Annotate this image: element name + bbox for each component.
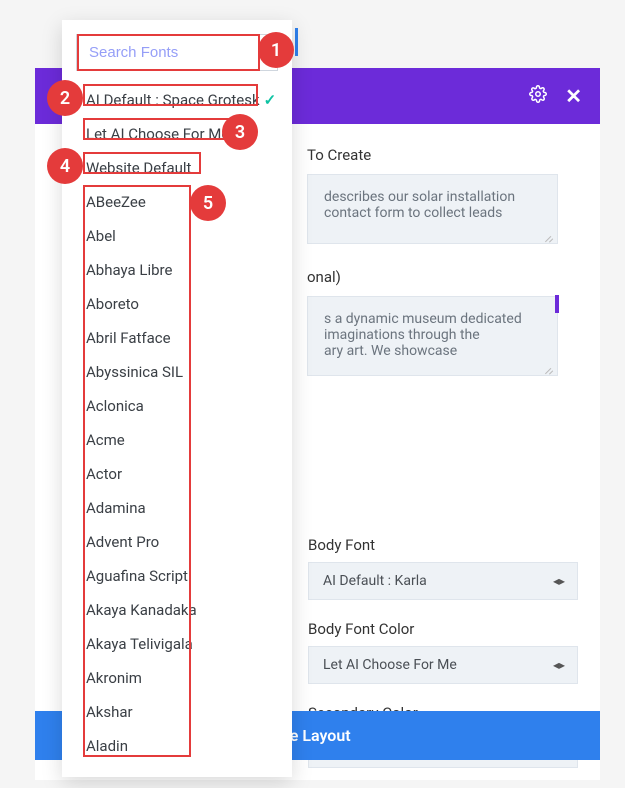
font-option[interactable]: Abhaya Libre bbox=[62, 253, 292, 287]
resize-handle[interactable] bbox=[545, 231, 555, 241]
create-label: To Create bbox=[307, 146, 578, 164]
close-icon[interactable]: ✕ bbox=[565, 84, 582, 108]
font-items-container: ABeeZeeAbelAbhaya LibreAboretoAbril Fatf… bbox=[62, 185, 292, 763]
font-option[interactable]: Aguafina Script bbox=[62, 559, 292, 593]
font-option[interactable]: Abyssinica SIL bbox=[62, 355, 292, 389]
resize-handle[interactable] bbox=[545, 363, 555, 373]
font-option[interactable]: Aboreto bbox=[62, 287, 292, 321]
body-font-color-label: Body Font Color bbox=[308, 620, 578, 638]
textarea-text: s a dynamic museum dedicated bbox=[324, 311, 541, 327]
font-option[interactable]: Aclonica bbox=[62, 389, 292, 423]
badge-1: 1 bbox=[258, 32, 294, 68]
scrollbar-thumb[interactable] bbox=[555, 295, 559, 313]
description-textarea[interactable]: describes our solar installation contact… bbox=[307, 174, 558, 244]
font-option[interactable]: Akaya Kanadaka bbox=[62, 593, 292, 627]
chevron-updown-icon: ◂▸ bbox=[553, 574, 565, 588]
font-item-label: AI Default : Space Grotesk bbox=[86, 91, 260, 109]
gear-icon[interactable] bbox=[529, 85, 547, 107]
font-option[interactable]: Abel bbox=[62, 219, 292, 253]
font-item-label: Website Default bbox=[86, 159, 191, 177]
check-icon: ✓ bbox=[264, 91, 277, 109]
font-option[interactable]: Akronim bbox=[62, 661, 292, 695]
font-option[interactable]: Abril Fatface bbox=[62, 321, 292, 355]
textarea-text: contact form to collect leads bbox=[324, 205, 541, 221]
font-option[interactable]: Advent Pro bbox=[62, 525, 292, 559]
optional-textarea[interactable]: s a dynamic museum dedicated imagination… bbox=[307, 296, 558, 376]
font-list: AI Default : Space Grotesk✓ Let AI Choos… bbox=[62, 79, 292, 763]
textarea-text: imaginations through the bbox=[324, 327, 541, 343]
badge-5: 5 bbox=[190, 185, 226, 221]
body-font-label: Body Font bbox=[308, 536, 578, 554]
textarea-text: ary art. We showcase bbox=[324, 343, 541, 359]
badge-4: 4 bbox=[47, 148, 83, 184]
body-font-color-select[interactable]: Let AI Choose For Me ◂▸ bbox=[308, 646, 578, 684]
optional-label: onal) bbox=[307, 268, 578, 286]
font-option[interactable]: Actor bbox=[62, 457, 292, 491]
body-font-select[interactable]: AI Default : Karla ◂▸ bbox=[308, 562, 578, 600]
font-option[interactable]: Adamina bbox=[62, 491, 292, 525]
font-option[interactable]: Aladin bbox=[62, 729, 292, 763]
font-option-website-default[interactable]: Website Default bbox=[62, 151, 292, 185]
font-option-ai-default[interactable]: AI Default : Space Grotesk✓ bbox=[62, 83, 292, 117]
accent-bar bbox=[295, 28, 298, 56]
select-value: Let AI Choose For Me bbox=[323, 657, 457, 673]
font-option[interactable]: Akaya Telivigala bbox=[62, 627, 292, 661]
badge-3: 3 bbox=[222, 114, 258, 150]
search-fonts-input[interactable] bbox=[76, 34, 278, 71]
badge-2: 2 bbox=[47, 80, 83, 116]
font-item-label: Let AI Choose For Me bbox=[86, 125, 229, 143]
textarea-text: describes our solar installation bbox=[324, 189, 541, 205]
font-option[interactable]: Acme bbox=[62, 423, 292, 457]
font-option[interactable]: ABeeZee bbox=[62, 185, 292, 219]
button-label: te Layout bbox=[284, 726, 350, 745]
chevron-updown-icon: ◂▸ bbox=[553, 658, 565, 672]
select-value: AI Default : Karla bbox=[323, 573, 427, 589]
font-option[interactable]: Akshar bbox=[62, 695, 292, 729]
